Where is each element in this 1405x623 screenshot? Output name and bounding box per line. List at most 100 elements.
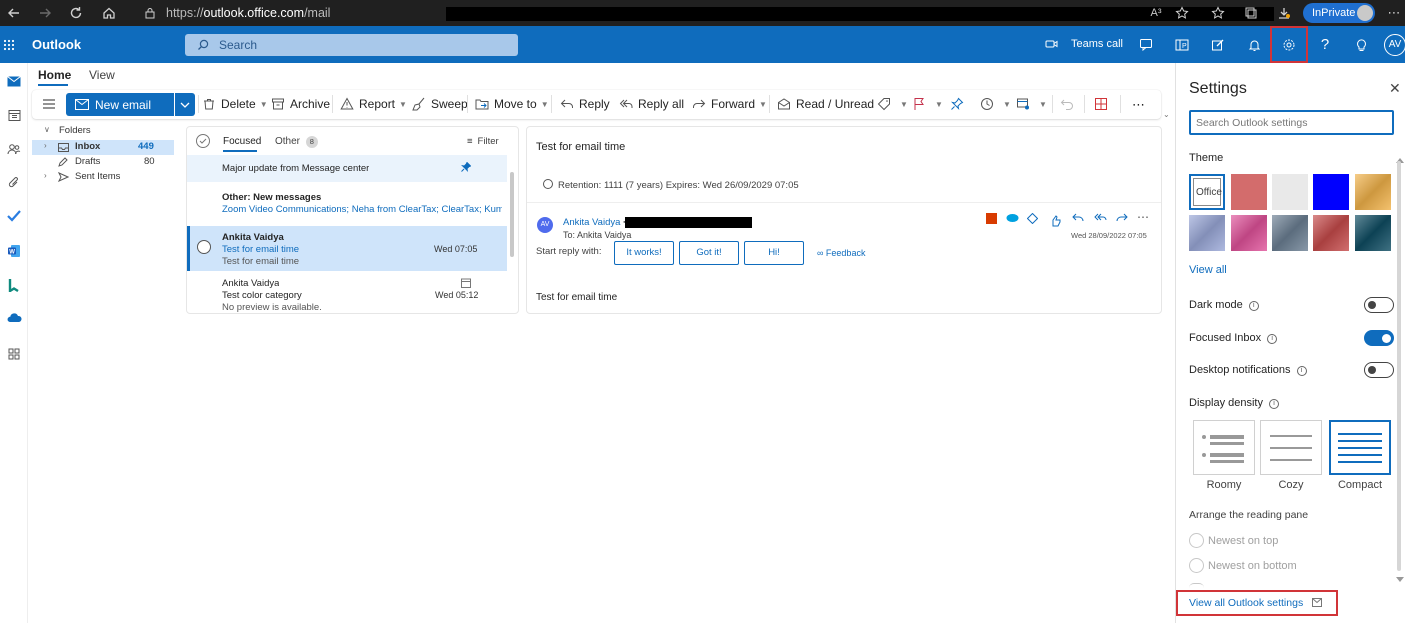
new-email-button[interactable]: New email	[66, 93, 174, 116]
theme-swatch[interactable]	[1355, 174, 1391, 210]
categorize-button[interactable]: ▼	[877, 97, 908, 111]
sweep-button[interactable]: Sweep	[412, 97, 468, 111]
theme-swatch[interactable]	[1313, 215, 1349, 251]
downloads-icon[interactable]	[1275, 4, 1293, 22]
inprivate-badge[interactable]: InPrivate	[1303, 3, 1375, 23]
people-icon[interactable]	[3, 139, 25, 159]
addins-button[interactable]	[1094, 97, 1113, 111]
theme-swatch[interactable]	[1313, 174, 1349, 210]
tab-focused[interactable]: Focused	[223, 136, 261, 147]
new-email-dropdown[interactable]	[175, 93, 195, 116]
flag-button[interactable]: ▼	[912, 97, 943, 111]
folder-item-inbox[interactable]: › Inbox 449	[32, 140, 174, 155]
move-to-button[interactable]: Move to ▼	[475, 97, 549, 111]
reply-all-button[interactable]: Reply all	[619, 97, 684, 111]
more-actions-icon[interactable]: ⋯	[1137, 210, 1149, 224]
theme-swatch[interactable]	[1355, 215, 1391, 251]
other-messages-banner[interactable]: Other: New messages Zoom Video Communica…	[187, 184, 507, 224]
video-icon[interactable]	[1045, 38, 1058, 50]
forward-button[interactable]: Forward ▼	[692, 97, 767, 111]
teams-call-button[interactable]: Teams call	[1071, 38, 1123, 50]
theme-office[interactable]: Office	[1189, 174, 1225, 210]
collections-icon[interactable]	[1242, 4, 1260, 22]
view-all-themes-link[interactable]: View all	[1189, 264, 1227, 276]
message-checkbox[interactable]	[197, 240, 211, 254]
search-box[interactable]: Search	[185, 34, 518, 56]
like-icon[interactable]	[1050, 215, 1061, 227]
info-icon[interactable]: i	[1267, 334, 1278, 344]
select-all-checkbox[interactable]	[196, 134, 210, 148]
tab-view[interactable]: View	[89, 68, 115, 82]
user-avatar[interactable]: AV	[1384, 34, 1405, 56]
rules-button[interactable]: ▼	[1016, 97, 1047, 111]
desktop-notifications-toggle[interactable]	[1364, 362, 1394, 378]
density-cozy[interactable]	[1260, 420, 1322, 475]
sender-avatar[interactable]: AV	[537, 217, 553, 233]
settings-search-input[interactable]: Search Outlook settings	[1189, 110, 1394, 135]
more-options-button[interactable]: ⋯	[1132, 97, 1145, 113]
app-title[interactable]: Outlook	[32, 37, 81, 52]
quick-reply-got-it[interactable]: Got it!	[679, 241, 739, 265]
close-icon[interactable]: ✕	[1389, 80, 1401, 97]
read-unread-button[interactable]: Read / Unread	[777, 97, 874, 111]
office-app-icon[interactable]: P	[1164, 26, 1200, 63]
quick-reply-hi[interactable]: Hi!	[744, 241, 804, 265]
density-roomy[interactable]	[1193, 420, 1255, 475]
density-compact[interactable]	[1329, 420, 1391, 475]
reply-icon[interactable]	[1072, 213, 1084, 223]
mail-icon[interactable]	[3, 71, 25, 91]
folders-group[interactable]: ∨ Folders	[32, 125, 174, 140]
message-item-selected[interactable]: Ankita Vaidya Test for email time Test f…	[187, 226, 507, 271]
info-icon[interactable]: i	[1268, 399, 1279, 409]
word-icon[interactable]: W	[3, 241, 25, 261]
message-item[interactable]: Ankita Vaidya Test color category No pre…	[187, 274, 507, 313]
settings-scrollbar[interactable]	[1397, 161, 1401, 571]
hamburger-icon[interactable]	[42, 98, 56, 110]
bell-icon[interactable]	[1236, 26, 1272, 63]
archive-button[interactable]: Archive	[271, 97, 330, 111]
theme-swatch[interactable]	[1272, 215, 1308, 251]
info-icon[interactable]: i	[1248, 301, 1259, 311]
home-icon[interactable]	[100, 4, 118, 22]
ribbon-expand-icon[interactable]: ⌄	[1163, 110, 1170, 119]
browser-menu-icon[interactable]: ⋯	[1385, 4, 1403, 22]
bookings-icon[interactable]	[3, 275, 25, 295]
favorites-icon[interactable]	[1209, 4, 1227, 22]
read-aloud-icon[interactable]: A³	[1147, 4, 1165, 22]
app-launcher-icon[interactable]	[0, 26, 18, 63]
radio-newest-on-bottom[interactable]	[1189, 558, 1204, 573]
info-icon[interactable]: i	[1296, 366, 1307, 376]
favorite-add-icon[interactable]	[1173, 4, 1191, 22]
back-icon[interactable]	[5, 4, 23, 22]
tab-home[interactable]: Home	[38, 68, 71, 82]
salesforce-icon[interactable]	[1006, 213, 1019, 223]
attachment-icon[interactable]	[3, 173, 25, 193]
more-apps-icon[interactable]	[3, 344, 25, 364]
folder-item-sent[interactable]: › Sent Items	[32, 170, 174, 185]
address-bar[interactable]: https://outlook.office.com/mail	[136, 2, 1274, 24]
forward-icon[interactable]	[36, 4, 54, 22]
scroll-down-icon[interactable]	[1396, 577, 1404, 582]
feedback-link[interactable]: ∞ Feedback	[817, 248, 865, 258]
chat-icon[interactable]	[1128, 26, 1164, 63]
filter-button[interactable]: ≡ Filter	[467, 136, 499, 147]
refresh-icon[interactable]	[67, 4, 85, 22]
report-button[interactable]: Report ▼	[340, 97, 407, 111]
snooze-button[interactable]: ▼	[980, 97, 1011, 111]
theme-swatch[interactable]	[1231, 174, 1267, 210]
theme-swatch[interactable]	[1231, 215, 1267, 251]
help-icon[interactable]: ?	[1307, 26, 1343, 63]
compose-icon[interactable]	[1200, 26, 1236, 63]
focused-inbox-toggle[interactable]	[1364, 330, 1394, 346]
onedrive-icon[interactable]	[3, 308, 25, 328]
quick-reply-it-works[interactable]: It works!	[614, 241, 674, 265]
delete-button[interactable]: Delete ▼	[202, 97, 268, 111]
folder-item-drafts[interactable]: Drafts 80	[32, 155, 174, 170]
radio-newest-on-top[interactable]	[1189, 533, 1204, 548]
radio-partial[interactable]	[1189, 583, 1204, 588]
todo-icon[interactable]	[3, 206, 25, 226]
scrollbar-thumb[interactable]	[510, 172, 514, 257]
reply-all-icon[interactable]	[1094, 213, 1107, 223]
diamond-icon[interactable]	[1027, 213, 1038, 224]
tab-other[interactable]: Other 8	[275, 136, 318, 148]
